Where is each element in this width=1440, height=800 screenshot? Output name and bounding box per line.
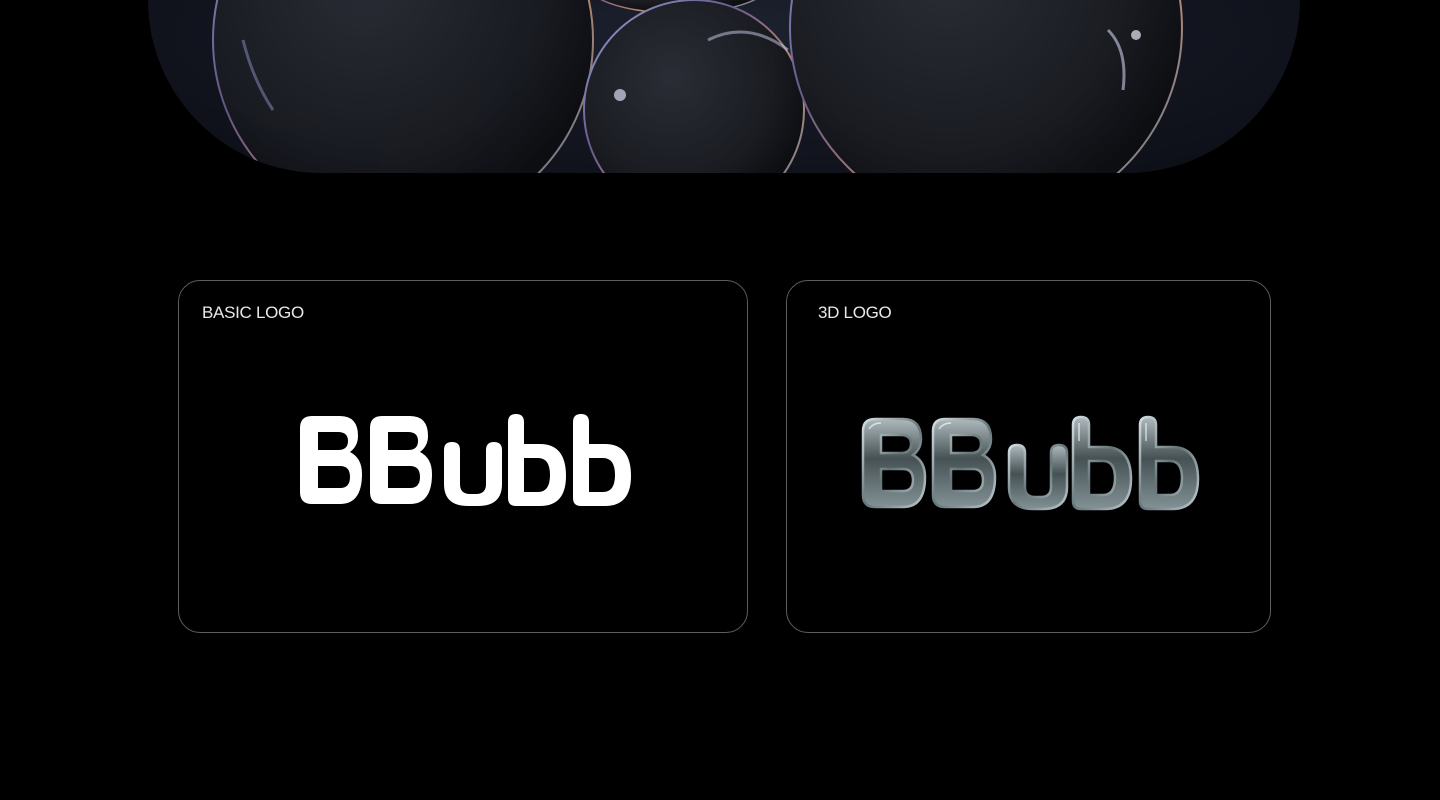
basic-logo-card: BASIC LOGO	[178, 280, 748, 633]
bbubb-logo-glass-icon	[859, 415, 1205, 516]
3d-logo-card: 3D LOGO	[786, 280, 1271, 633]
card-label: BASIC LOGO	[202, 303, 304, 322]
bbubb-logo-flat-icon	[298, 414, 632, 511]
page: BASIC LOGO 3D LOGO	[0, 0, 1440, 800]
card-label: 3D LOGO	[818, 303, 892, 322]
hero-bubbles-image	[148, 0, 1300, 173]
